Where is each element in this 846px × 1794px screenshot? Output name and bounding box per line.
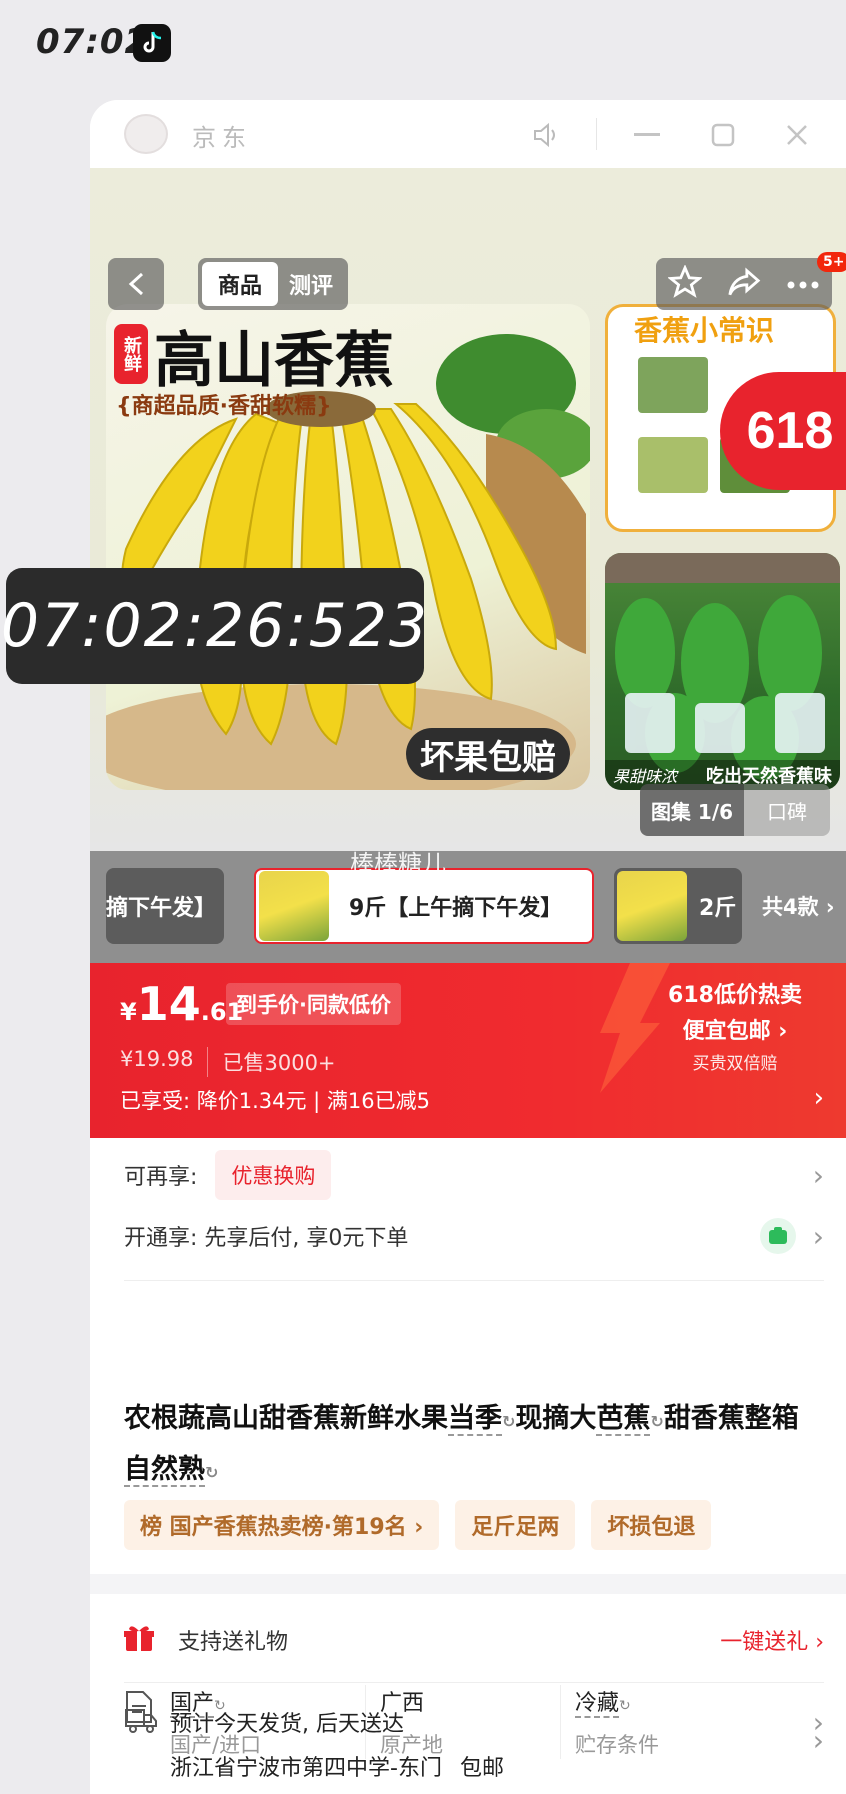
sold-count: 已售3000+ (222, 1051, 336, 1075)
variant-item[interactable]: 2斤 (614, 868, 742, 944)
top-actions (656, 258, 832, 310)
window-header: 京东 (90, 100, 846, 168)
discount-line: 已享受: 降价1.34元 | 满16已减5 (120, 1089, 431, 1113)
close-icon[interactable] (780, 118, 814, 152)
timer-overlay: 07:02:26:523 (1, 568, 427, 684)
header-divider (596, 118, 597, 150)
back-button[interactable] (108, 258, 164, 310)
main-product-image[interactable]: 新鲜 高山香蕉 {商超品质·香甜软糯} 坏果包赔 (106, 304, 590, 790)
truck-icon (124, 1706, 158, 1738)
variant-item-selected[interactable]: 9斤【上午摘下午发】 (254, 868, 594, 944)
message-count-badge: 5+ (817, 252, 846, 272)
gallery-counter[interactable]: 图集 1/6 (640, 784, 744, 836)
star-icon[interactable] (667, 264, 704, 303)
divider (124, 1682, 824, 1683)
promo-block[interactable]: 618低价热卖 便宜包邮 › 买贵双倍赔 (650, 977, 820, 1074)
variant-thumb (259, 871, 329, 941)
product-title: 农根蔬高山甜香蕉新鲜水果当季↻现摘大芭蕉↻甜香蕉整箱自然熟↻ (124, 1403, 799, 1487)
tab-product[interactable]: 商品 (202, 262, 278, 306)
tag-chips: 榜 国产香蕉热卖榜·第19名 › 足斤足两 坏损包退 (124, 1500, 712, 1550)
app-window: 京东 新鲜 高山香蕉 {商超品质·香甜软糯} 坏果包赔 香蕉小常识 果甜味浓 吃… (90, 100, 846, 1794)
ranking-chip[interactable]: 榜 国产香蕉热卖榜·第19名 › (124, 1500, 440, 1550)
offer-tag[interactable]: 优惠换购 (215, 1150, 332, 1200)
thumb-b (638, 437, 708, 493)
tiktok-icon (133, 24, 171, 62)
divider (124, 1280, 824, 1281)
side1-title: 香蕉小常识 (634, 314, 775, 347)
reputation-tab[interactable]: 口碑 (744, 784, 830, 836)
app-logo-icon (124, 114, 168, 154)
price-panel[interactable]: ¥14.61 到手价·同款低价 ¥19.98 已售3000+ 已享受: 降价1.… (90, 963, 846, 1138)
delivery-estimate: 预计今天发货, 后天送达 (170, 1712, 404, 1737)
variant-more-link[interactable]: 共4款 › (762, 891, 835, 921)
chevron-right-icon: › (812, 1706, 824, 1739)
variant-thumb (617, 871, 687, 941)
price-meta: ¥19.98 已售3000+ (120, 1047, 336, 1077)
chevron-right-icon: › (812, 1219, 824, 1253)
headline-tag: 新鲜 (114, 324, 148, 384)
sound-icon[interactable] (530, 118, 564, 152)
chevron-right-icon: › (813, 1083, 824, 1113)
subheadline: {商超品质·香甜软糯} (116, 394, 332, 419)
original-price: ¥19.98 (120, 1047, 194, 1071)
variant-item[interactable]: 摘下午发】 (106, 868, 224, 944)
gift-icon (124, 1623, 154, 1657)
more-icon[interactable] (786, 275, 820, 294)
chip-damage-refund[interactable]: 坏损包退 (591, 1500, 712, 1550)
section-gap (90, 1574, 846, 1594)
tab-review[interactable]: 测评 (278, 262, 344, 306)
extra-offer-row[interactable]: 可再享: 优惠换购 › (90, 1145, 846, 1205)
delivery-row[interactable]: 预计今天发货, 后天送达 浙江省宁波市第四中学-东门 包邮 › (90, 1706, 846, 1794)
headline: 高山香蕉 (154, 326, 394, 396)
send-gift-link[interactable]: 一键送礼 › (720, 1624, 824, 1656)
variant-strip: 摘下午发】 9斤【上午摘下午发】 2斤 共4款 › (90, 851, 846, 963)
delivery-address: 浙江省宁波市第四中学-东门 包邮 (170, 1756, 504, 1781)
chevron-right-icon: › (812, 1158, 824, 1192)
share-icon[interactable] (727, 266, 761, 302)
gift-row[interactable]: 支持送礼物 一键送礼 › (90, 1610, 846, 1670)
price-tag: 到手价·同款低价 (226, 983, 401, 1025)
side-image-2[interactable]: 果甜味浓 吃出天然香蕉味 (605, 553, 840, 790)
wallet-icon (760, 1218, 796, 1254)
618-badge: 618 (720, 372, 846, 490)
product-gallery[interactable]: 新鲜 高山香蕉 {商超品质·香甜软糯} 坏果包赔 香蕉小常识 果甜味浓 吃出天然… (90, 168, 846, 851)
app-name: 京东 (192, 124, 252, 152)
watermark: 棒棒糖儿 (350, 850, 446, 878)
tabs-bar: 商品 测评 (198, 258, 348, 310)
guarantee-badge: 坏果包赔 (406, 728, 570, 780)
thumb-a (638, 357, 708, 413)
current-price: ¥14.61 (120, 977, 244, 1031)
maximize-icon[interactable] (706, 118, 740, 152)
chip-full-weight[interactable]: 足斤足两 (455, 1500, 576, 1550)
minimize-icon[interactable] (630, 118, 664, 152)
open-offer-row[interactable]: 开通享: 先享后付, 享0元下单 › (90, 1210, 846, 1262)
